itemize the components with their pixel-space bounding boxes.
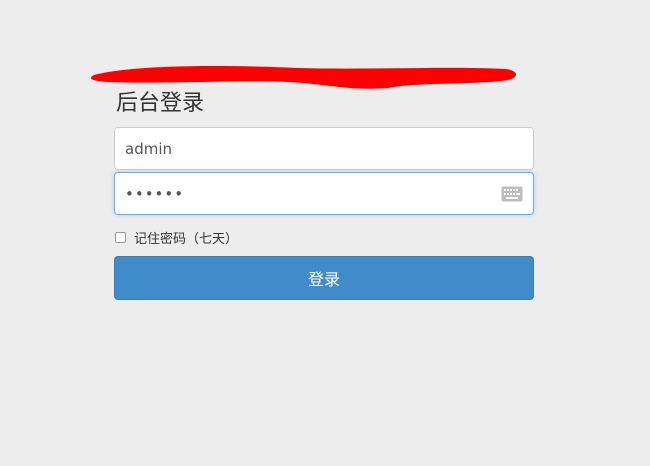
keyboard-icon[interactable] — [501, 186, 523, 202]
remember-me-label: 记住密码（七天） — [134, 231, 239, 247]
password-field-wrapper — [114, 172, 534, 215]
redaction-mark — [90, 66, 517, 89]
page-title: 后台登录 — [116, 91, 205, 116]
remember-me-row[interactable]: 记住密码（七天） — [114, 228, 534, 247]
password-input[interactable] — [115, 173, 485, 214]
login-form: 后台登录 记住密码（七天） 登录 — [114, 89, 534, 300]
username-field-wrapper — [114, 127, 534, 170]
remember-me-checkbox[interactable] — [115, 231, 126, 243]
login-button[interactable]: 登录 — [114, 256, 534, 300]
username-input[interactable] — [115, 128, 485, 169]
